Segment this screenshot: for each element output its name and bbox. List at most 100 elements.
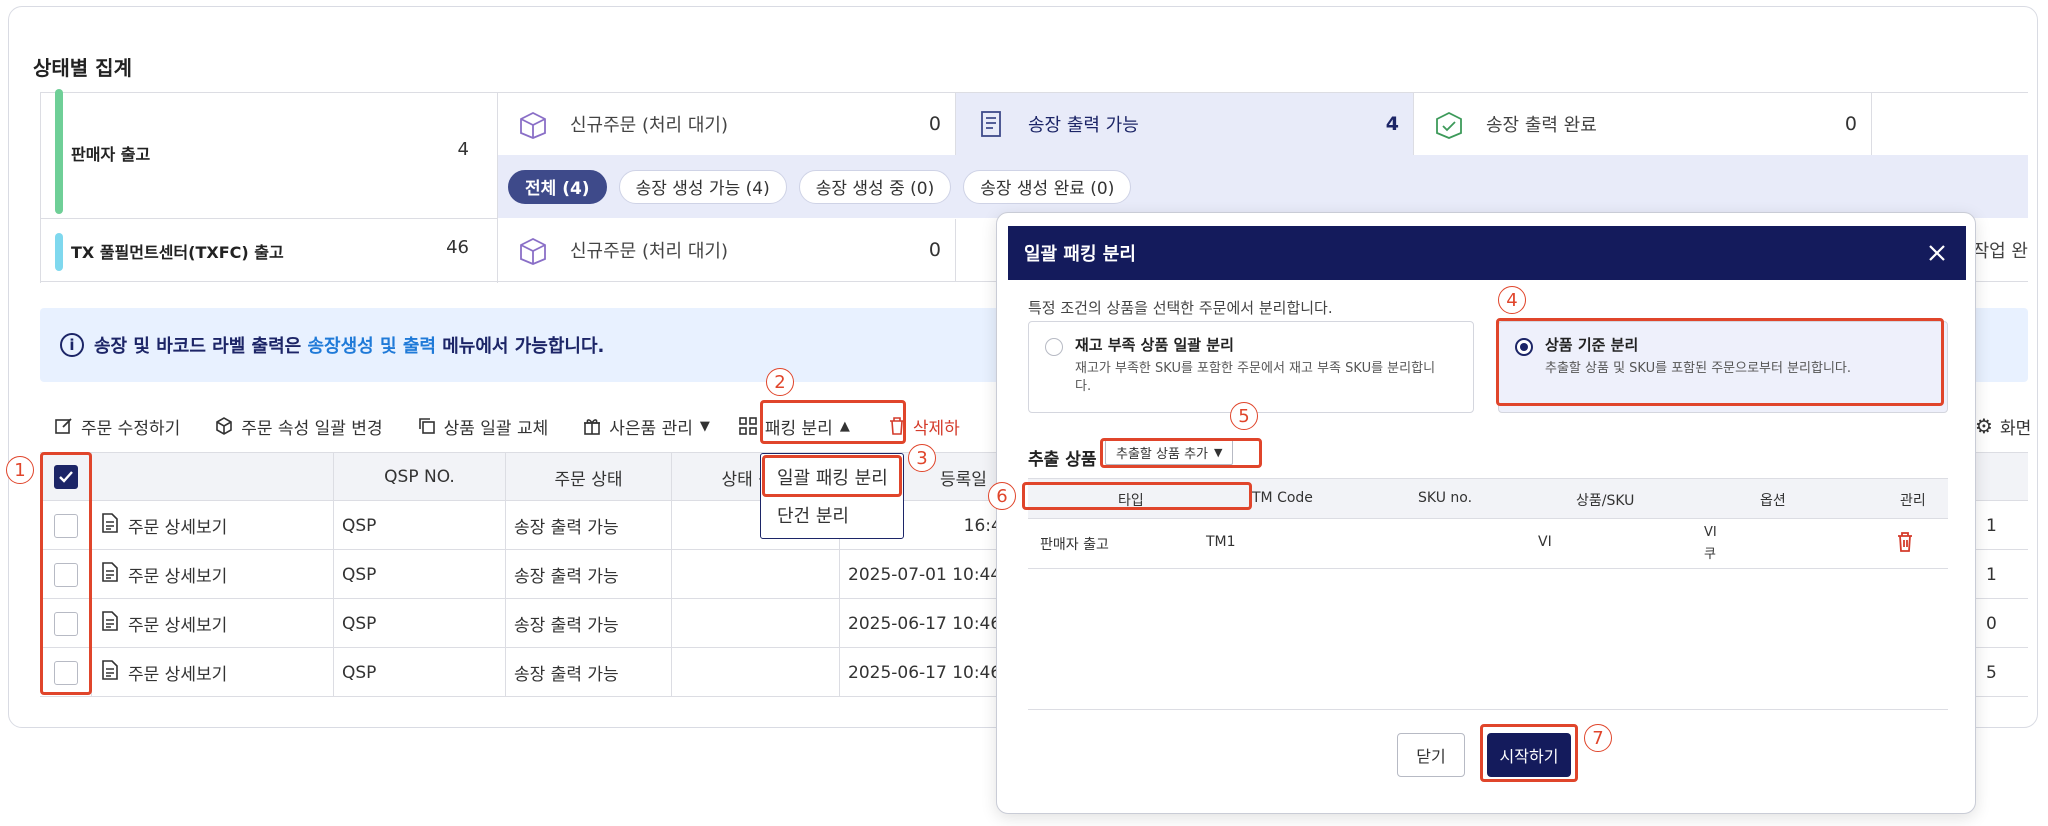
gear-icon: ⚙: [1975, 414, 1993, 438]
col-tm-code: TM Code: [1252, 490, 1313, 506]
modal-description: 특정 조건의 상품을 선택한 주문에서 분리합니다.: [1028, 299, 1333, 317]
status-cell: 송장 출력 가능: [506, 599, 672, 648]
cell-label: 송장 출력 완료: [1486, 115, 1597, 136]
cell-new-order[interactable]: 신규주문 (처리 대기) 0: [498, 93, 956, 155]
option-stock-shortage[interactable]: 재고 부족 상품 일괄 분리 재고가 부족한 SKU를 포함한 주문에서 재고 …: [1028, 321, 1474, 413]
col-product-sku: 상품/SKU: [1576, 493, 1635, 509]
banner-prefix: 송장 및 바코드 라벨 출력은: [94, 336, 308, 357]
gift-label: 사은품 관리: [609, 418, 693, 439]
detail-link: 주문 상세보기: [128, 616, 228, 636]
invoice-chip-row: 전체 (4) 송장 생성 가능 (4) 송장 생성 중 (0) 송장 생성 완료…: [498, 155, 2028, 218]
partial-text: 작업 완: [1972, 241, 2028, 262]
detail-cell[interactable]: 주문 상세보기: [92, 599, 334, 648]
qsp-cell: QSP: [334, 648, 506, 697]
option-title: 재고 부족 상품 일괄 분리: [1075, 336, 1234, 354]
header-status[interactable]: 주문 상태: [506, 453, 672, 501]
screen-label: 화면: [1999, 418, 2032, 439]
qsp-cell: QSP: [334, 599, 506, 648]
cell-value: 0: [928, 239, 941, 261]
col-manage: 관리: [1900, 493, 1926, 509]
status-bar: [55, 89, 63, 214]
status-cell: 송장 출력 가능: [506, 501, 672, 550]
cell-value: 4: [1385, 113, 1399, 135]
bulk-attr-button[interactable]: 주문 속성 일괄 변경: [214, 414, 383, 439]
gift-manage-button[interactable]: 사은품 관리 ▼: [582, 414, 710, 439]
trail-cell: 0: [1986, 613, 1997, 634]
screen-settings-button[interactable]: ⚙ 화면: [1975, 410, 2031, 442]
cell-label: 신규주문 (처리 대기): [570, 115, 728, 136]
radio-stock-shortage[interactable]: [1045, 338, 1063, 356]
row-option-line2: 쿠: [1704, 547, 1716, 562]
close-icon[interactable]: [1922, 238, 1952, 268]
banner-link[interactable]: 송장생성 및 출력: [308, 332, 436, 358]
annotation-1: 1: [6, 456, 34, 484]
status-detail-cell: [672, 550, 840, 599]
document-icon: [100, 561, 120, 588]
seller-label: 판매자 출고: [71, 145, 151, 164]
cell-invoice-done[interactable]: 송장 출력 완료 0: [1414, 93, 1872, 155]
qsp-cell: QSP: [334, 501, 506, 550]
detail-link: 주문 상세보기: [128, 567, 228, 587]
annotation-5: 5: [1230, 402, 1258, 430]
trail-cell: 5: [1986, 662, 1997, 683]
bulk-attr-label: 주문 속성 일괄 변경: [241, 418, 383, 439]
package-icon: [516, 109, 550, 139]
txfc-label: TX 풀필먼트센터(TXFC) 출고: [71, 243, 284, 262]
highlight-bulk-split: [762, 455, 902, 497]
header-qsp[interactable]: QSP NO.: [334, 453, 506, 501]
cell-invoice-available[interactable]: 송장 출력 가능 4: [956, 93, 1414, 155]
bulk-replace-button[interactable]: 상품 일괄 교체: [417, 414, 549, 439]
col-option: 옵션: [1760, 493, 1786, 509]
document-icon: [100, 512, 120, 539]
edit-order-label: 주문 수정하기: [81, 418, 181, 439]
invoice-icon: [974, 109, 1008, 139]
detail-cell[interactable]: 주문 상세보기: [92, 501, 334, 550]
chip-done[interactable]: 송장 생성 완료 (0): [963, 169, 1132, 204]
detail-cell[interactable]: 주문 상세보기: [92, 648, 334, 697]
cell-value: 0: [928, 113, 941, 135]
txfc-count: 46: [446, 237, 469, 258]
caret-down-icon: ▼: [699, 418, 710, 434]
modal-header: 일괄 패킹 분리: [1008, 226, 1966, 280]
package-check-icon: [1432, 109, 1466, 139]
row-tm-code: TM1: [1206, 534, 1236, 550]
detail-cell[interactable]: 주문 상세보기: [92, 550, 334, 599]
status-bar: [55, 233, 63, 271]
dropdown-single-split[interactable]: 단건 분리: [761, 496, 903, 534]
trail-cell: 1: [1986, 515, 1997, 536]
modal-close-button[interactable]: 닫기: [1397, 733, 1465, 777]
cell-label: 송장 출력 가능: [1028, 115, 1139, 136]
row-option-line1: VI: [1704, 525, 1717, 540]
edit-order-button[interactable]: 주문 수정하기: [54, 414, 180, 439]
highlight-packing-button: [760, 400, 906, 444]
document-icon: [100, 659, 120, 686]
section-title: 상태별 집계: [33, 56, 132, 80]
summary-txfc-row[interactable]: TX 풀필먼트센터(TXFC) 출고 46: [40, 218, 498, 283]
cell-txfc-new-order[interactable]: 신규주문 (처리 대기) 0: [498, 219, 956, 281]
extract-label: 추출 상품: [1028, 450, 1097, 470]
row-product: VI: [1538, 534, 1552, 550]
modal-title: 일괄 패킹 분리: [1024, 244, 1136, 265]
bulk-replace-label: 상품 일괄 교체: [443, 418, 549, 439]
col-sku-no: SKU no.: [1418, 490, 1473, 506]
trash-icon[interactable]: [1896, 531, 1914, 557]
option-desc: 재고가 부족한 SKU를 포함한 주문에서 재고 부족 SKU를 분리합니다.: [1075, 361, 1436, 394]
detail-link: 주문 상세보기: [128, 518, 228, 538]
annotation-6: 6: [988, 482, 1016, 510]
package-icon: [516, 235, 550, 265]
cell-value: 0: [1844, 113, 1857, 135]
status-cell: 송장 출력 가능: [506, 648, 672, 697]
seller-count: 4: [457, 139, 469, 160]
edit-icon: [55, 418, 72, 434]
annotation-2: 2: [766, 368, 794, 396]
highlight-type-column: [1022, 482, 1252, 510]
highlight-checkbox-column: [40, 452, 92, 695]
highlight-add-product: [1100, 438, 1262, 468]
document-icon: [100, 610, 120, 637]
chip-available[interactable]: 송장 생성 가능 (4): [618, 169, 787, 204]
chip-all[interactable]: 전체 (4): [508, 169, 607, 204]
annotation-7: 7: [1584, 724, 1612, 752]
grid-icon: [739, 417, 757, 435]
summary-seller-row[interactable]: 판매자 출고 4: [40, 89, 498, 218]
chip-creating[interactable]: 송장 생성 중 (0): [798, 169, 952, 204]
